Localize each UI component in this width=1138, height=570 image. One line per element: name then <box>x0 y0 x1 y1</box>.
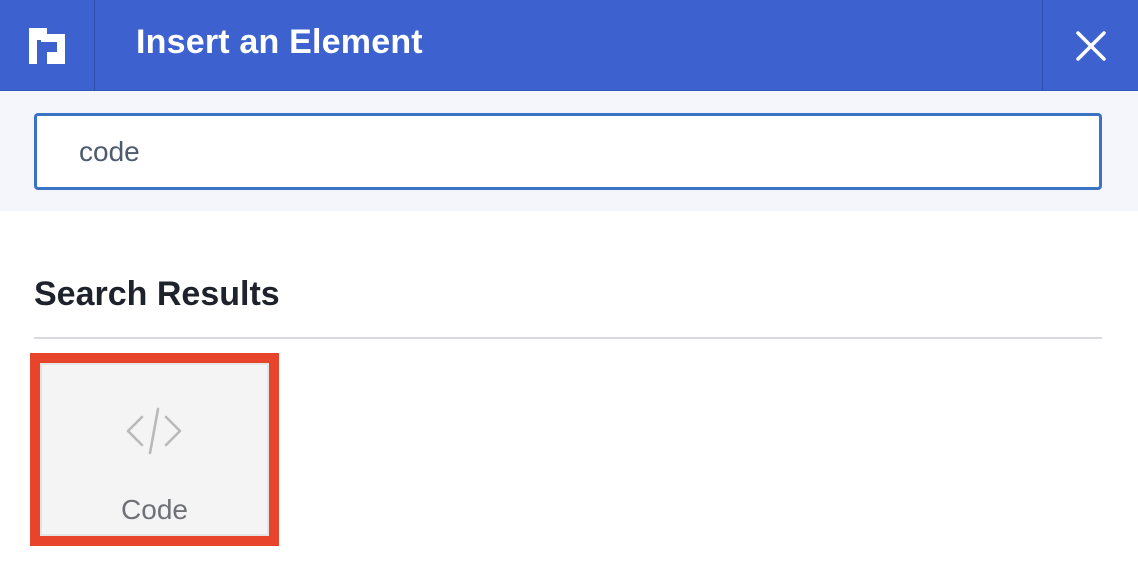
logo <box>0 0 95 91</box>
search-input[interactable] <box>34 113 1102 190</box>
brand-bracket-logo-icon <box>29 27 65 64</box>
divider <box>34 337 1102 339</box>
element-tile-code[interactable]: Code <box>30 353 279 546</box>
tile-inner: Code <box>40 363 269 536</box>
close-button[interactable] <box>1042 0 1138 91</box>
code-brackets-icon <box>126 407 182 455</box>
close-icon <box>1075 30 1106 61</box>
search-area <box>0 91 1138 211</box>
modal-header: Insert an Element <box>0 0 1138 91</box>
search-results-heading: Search Results <box>34 275 280 313</box>
modal-title: Insert an Element <box>136 23 423 61</box>
tile-label: Code <box>121 494 188 525</box>
